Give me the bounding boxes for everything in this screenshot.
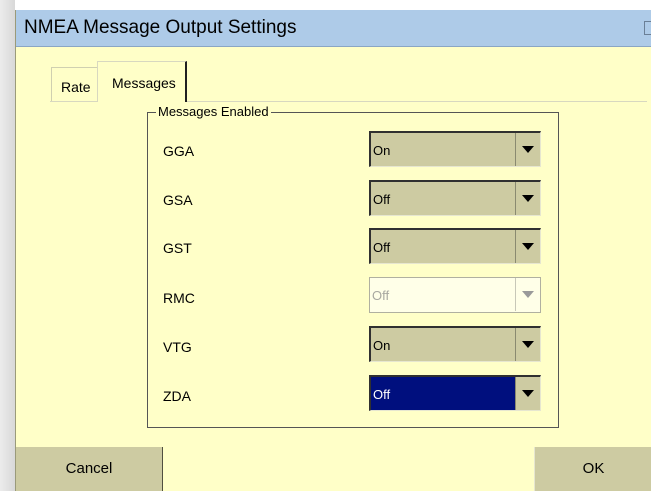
gga-dropdown[interactable]: On [369,131,541,167]
ok-button[interactable]: OK [534,447,651,491]
tab-messages-label: Messages [112,75,176,91]
tab-rate-label: Rate [61,79,91,95]
dropdown-arrow-button[interactable] [515,230,540,263]
title-bar: NMEA Message Output Settings [16,10,651,47]
vtg-dropdown[interactable]: On [369,326,541,362]
chevron-down-icon [522,146,534,153]
dropdown-arrow-button[interactable] [515,328,540,361]
gsa-value: Off [373,192,391,207]
rmc-dropdown: Off [369,277,541,313]
desktop-frame [0,0,15,491]
message-label-rmc: RMC [163,290,195,306]
dropdown-arrow-button [515,278,540,311]
group-legend: Messages Enabled [156,104,271,119]
close-icon[interactable] [644,21,651,35]
chevron-down-icon [522,291,534,298]
dropdown-arrow-button[interactable] [515,133,540,166]
message-label-zda: ZDA [163,388,191,404]
zda-value: Off [373,387,391,402]
cancel-button[interactable]: Cancel [16,447,163,491]
chevron-down-icon [522,243,534,250]
tab-rate[interactable]: Rate [51,67,97,101]
rmc-value: Off [372,288,390,303]
gsa-dropdown[interactable]: Off [369,180,541,216]
dropdown-arrow-button[interactable] [515,377,540,410]
dropdown-arrow-button[interactable] [515,182,540,215]
message-label-gga: GGA [163,143,195,159]
message-label-gsa: GSA [163,192,193,208]
chevron-down-icon [522,390,534,397]
chevron-down-icon [522,195,534,202]
gst-dropdown[interactable]: Off [369,228,541,264]
settings-dialog: NMEA Message Output Settings Rate Messag… [15,10,651,491]
dialog-title: NMEA Message Output Settings [24,17,297,38]
message-label-vtg: VTG [163,339,192,355]
vtg-value: On [373,338,391,353]
message-label-gst: GST [163,240,192,256]
messages-enabled-group: Messages Enabled GGA On GSA Off GST Off … [147,104,559,428]
gga-value: On [373,143,391,158]
tab-messages[interactable]: Messages [97,61,187,102]
gst-value: Off [373,240,391,255]
chevron-down-icon [522,341,534,348]
zda-dropdown[interactable]: Off [369,375,541,411]
